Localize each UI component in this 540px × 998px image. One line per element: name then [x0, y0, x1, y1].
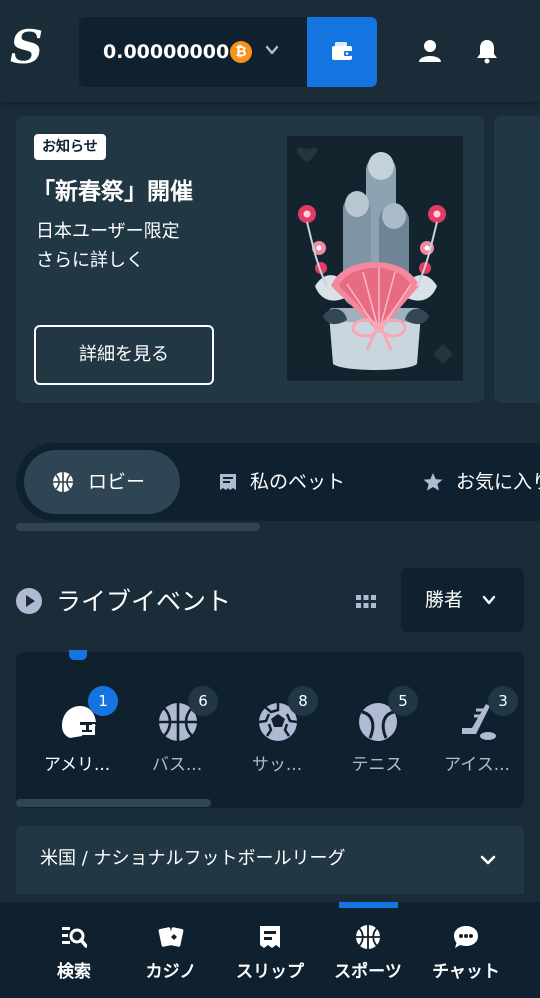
- betslip-icon: [260, 926, 280, 948]
- league-name: 米国 / ナショナルフットボールリーグ: [40, 848, 346, 869]
- nav-casino[interactable]: カジノ: [117, 902, 225, 998]
- user-icon[interactable]: [417, 38, 443, 64]
- promo-badge: お知らせ: [34, 134, 106, 160]
- promo-title: 「新春祭」開催: [32, 179, 193, 205]
- sport-tennis[interactable]: 5 テニス: [332, 686, 422, 776]
- nav-search[interactable]: 検索: [20, 902, 128, 998]
- wallet-selector[interactable]: 0.00000000 ₿: [79, 17, 377, 87]
- promo-card-next[interactable]: [494, 116, 540, 403]
- bottom-navigation: 検索 カジノ スリップ スポーツ チャット: [0, 902, 540, 998]
- chevron-down-icon: [482, 595, 496, 605]
- sport-basketball[interactable]: 6 バス...: [132, 686, 222, 776]
- nav-chat[interactable]: チャット: [412, 902, 520, 998]
- bitcoin-icon: ₿: [230, 41, 252, 63]
- event-count-badge: 5: [388, 686, 418, 716]
- nav-label: スポーツ: [334, 962, 402, 982]
- tab-lobby[interactable]: ロビー: [24, 450, 180, 514]
- nav-label: カジノ: [145, 962, 197, 982]
- play-icon: [16, 588, 42, 614]
- nav-bet-slip[interactable]: スリップ: [216, 902, 324, 998]
- sport-active-indicator: [69, 650, 87, 660]
- promo-subtitle: 日本ユーザー限定: [36, 221, 180, 242]
- event-count-badge: 6: [188, 686, 218, 716]
- event-count-badge: 8: [288, 686, 318, 716]
- page: S 0.00000000 ₿ お知らせ 「新春祭」開催 日本ユーザー限定 さらに…: [0, 0, 540, 998]
- tab-favourites[interactable]: お気に入り: [420, 450, 540, 514]
- nav-label: スリップ: [236, 962, 304, 982]
- grid-view-icon[interactable]: [356, 595, 376, 609]
- logo[interactable]: S: [10, 22, 46, 72]
- event-count-badge: 1: [88, 686, 118, 716]
- sport-label: テニス: [351, 755, 403, 775]
- nav-label: 検索: [57, 962, 91, 982]
- nav-sports[interactable]: スポーツ: [314, 902, 422, 998]
- sports-scrollbar[interactable]: [16, 799, 211, 807]
- league-header[interactable]: 米国 / ナショナルフットボールリーグ: [16, 826, 524, 894]
- market-select-value: 勝者: [425, 589, 464, 611]
- promo-illustration: [287, 136, 463, 381]
- category-tabs: ロビー 私のベット お気に入り: [16, 443, 540, 521]
- chevron-down-icon: [480, 855, 496, 865]
- sport-american-football[interactable]: 1 アメリ...: [32, 686, 122, 776]
- market-select[interactable]: 勝者: [401, 568, 524, 632]
- sport-label: アメリ...: [43, 755, 111, 775]
- event-count-badge: 3: [488, 686, 518, 716]
- wallet-button[interactable]: [307, 17, 377, 87]
- sport-ice-hockey[interactable]: 3 アイス...: [432, 686, 522, 776]
- nav-label: チャット: [432, 962, 500, 982]
- tab-my-bets[interactable]: 私のベット: [212, 450, 372, 514]
- live-events-title: ライブイベント: [56, 587, 232, 616]
- cards-icon: [158, 927, 184, 947]
- tab-label: ロビー: [88, 471, 146, 493]
- bell-icon[interactable]: [474, 38, 500, 64]
- betslip-icon: [220, 474, 236, 490]
- promo-subtitle: さらに詳しく: [36, 250, 144, 271]
- nav-active-indicator: [339, 902, 398, 908]
- balance-amount: 0.00000000: [103, 41, 230, 63]
- tab-label: お気に入り: [456, 471, 540, 493]
- promo-card[interactable]: お知らせ 「新春祭」開催 日本ユーザー限定 さらに詳しく 詳細を見る: [16, 116, 484, 403]
- basketball-icon: [53, 472, 73, 492]
- chevron-down-icon[interactable]: [265, 43, 279, 57]
- search-icon: [62, 927, 87, 948]
- promo-details-button[interactable]: 詳細を見る: [34, 325, 214, 385]
- tabs-scrollbar[interactable]: [16, 523, 260, 531]
- star-icon: [423, 473, 443, 491]
- sport-label: サッ...: [251, 755, 303, 775]
- wallet-icon: [332, 42, 352, 60]
- sports-filter: 1 アメリ... 6 バス... 8 サッ... 5 テニス 3 アイス...: [16, 652, 524, 808]
- sport-label: アイス...: [444, 755, 510, 775]
- chat-icon: [454, 926, 478, 948]
- basketball-icon: [356, 925, 380, 949]
- sport-soccer[interactable]: 8 サッ...: [232, 686, 322, 776]
- top-bar: S 0.00000000 ₿: [0, 0, 540, 102]
- sport-label: バス...: [151, 755, 203, 775]
- tab-label: 私のベット: [250, 471, 346, 493]
